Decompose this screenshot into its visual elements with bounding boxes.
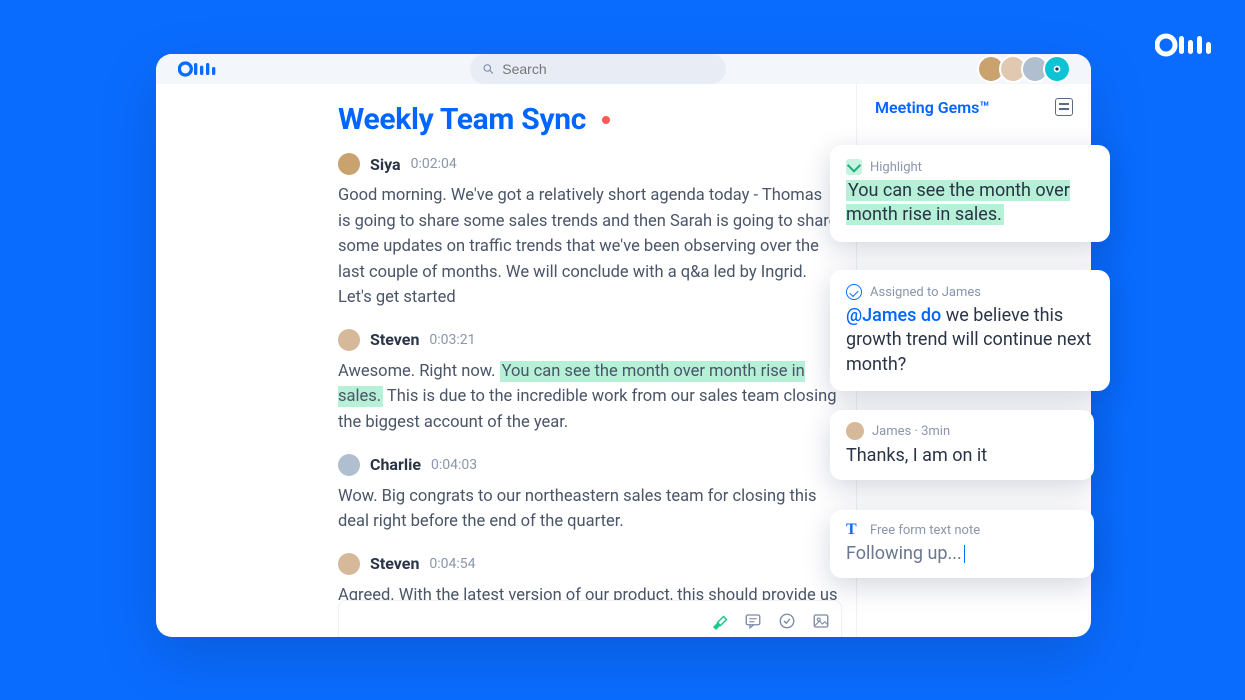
top-bar [156,54,1091,84]
recording-indicator-icon [602,116,610,124]
utterance-text[interactable]: Awesome. Right now. You can see the mont… [338,359,838,436]
transcript-turn[interactable]: Charlie 0:04:03 Wow. Big congrats to our… [338,454,856,535]
speaker-name: Steven [370,330,419,349]
rail-title: Meeting Gems™ [875,98,989,117]
text-note-icon: T [846,522,862,538]
speaker-name: Steven [370,554,419,573]
reply-meta: James · 3min [872,424,950,439]
gem-reply-card[interactable]: James · 3min Thanks, I am on it [830,410,1094,480]
utterance-text[interactable]: Good morning. We've got a relatively sho… [338,183,838,311]
speaker-avatar [338,329,360,351]
card-label: Assigned to James [870,285,981,300]
comment-icon[interactable] [743,611,763,631]
task-icon[interactable] [777,611,797,631]
speaker-avatar [338,153,360,175]
card-label: Highlight [870,160,922,175]
note-input[interactable]: Following up... [846,542,1078,566]
page-title: Weekly Team Sync [338,102,586,137]
image-icon[interactable] [811,611,831,631]
search-field[interactable] [502,61,713,77]
main-content: Weekly Team Sync Siya 0:02:04 Good morni… [326,84,856,637]
outline-icon[interactable] [1055,98,1073,116]
gem-note-card[interactable]: T Free form text note Following up... [830,510,1094,578]
speaker-avatar [338,553,360,575]
transcript-turn[interactable]: Steven 0:03:21 Awesome. Right now. You c… [338,329,856,436]
highlight-text: You can see the month over month rise in… [846,180,1070,225]
speaker-avatar [338,454,360,476]
timestamp: 0:04:03 [431,457,477,473]
otter-brand-logo [1155,30,1215,60]
gem-action-card[interactable]: Assigned to James @James do we believe t… [830,270,1110,391]
utterance-text[interactable]: Wow. Big congrats to our northeastern sa… [338,484,838,535]
timestamp: 0:04:54 [429,556,475,572]
transcript-turn[interactable]: Siya 0:02:04 Good morning. We've got a r… [338,153,856,311]
composer-toolbar[interactable] [338,600,842,637]
timestamp: 0:02:04 [411,156,457,172]
timestamp: 0:03:21 [429,332,475,348]
card-label: Free form text note [870,523,980,538]
highlight-icon[interactable] [709,611,729,631]
left-sidebar [156,84,326,637]
participant-avatars[interactable] [977,55,1071,83]
reply-text: Thanks, I am on it [846,444,1078,468]
speaker-name: Charlie [370,455,421,474]
reply-avatar [846,422,864,440]
assigned-icon [846,284,862,300]
action-text: @James do we believe this growth trend w… [846,304,1094,377]
highlight-icon [846,159,862,175]
search-icon [482,62,495,76]
search-input[interactable] [470,54,726,84]
speaker-name: Siya [370,155,401,174]
mention[interactable]: @James do [846,305,941,326]
gem-highlight-card[interactable]: Highlight You can see the month over mon… [830,145,1110,242]
transcript: Siya 0:02:04 Good morning. We've got a r… [326,143,856,634]
app-logo[interactable] [178,59,218,79]
avatar[interactable] [1043,55,1071,83]
